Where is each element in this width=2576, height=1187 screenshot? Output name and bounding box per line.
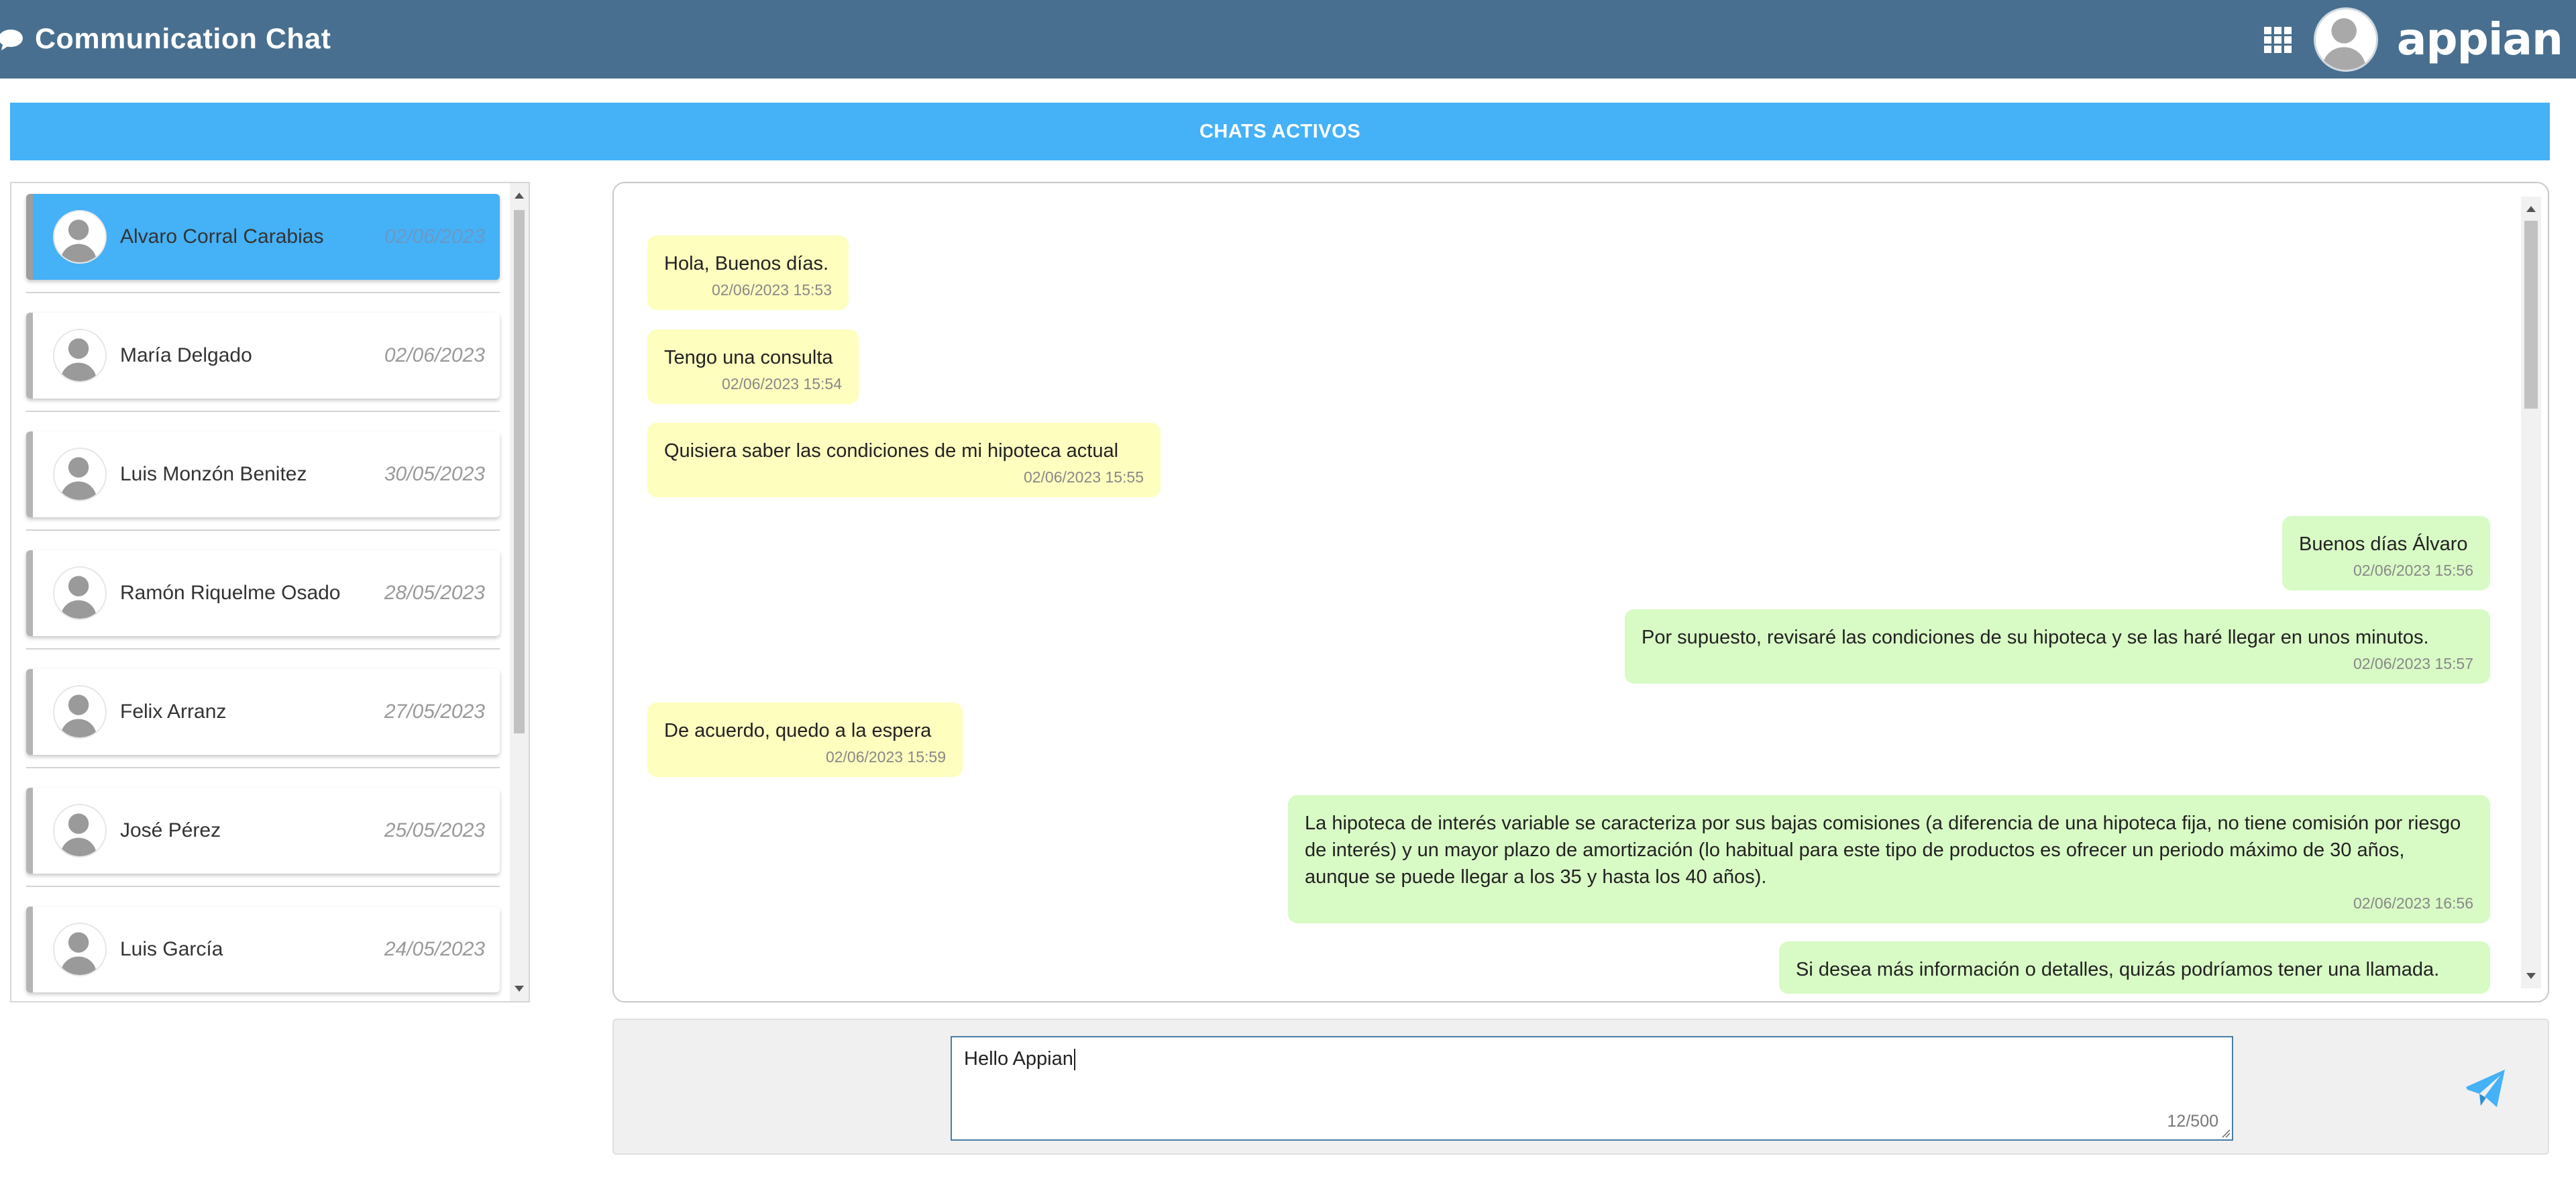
- contact-card[interactable]: Luis García 24/05/2023: [26, 907, 500, 992]
- user-avatar-icon[interactable]: [2313, 7, 2378, 72]
- user-avatar-icon: [53, 210, 107, 264]
- message-input[interactable]: Hello Appian 12/500: [951, 1036, 2233, 1141]
- scroll-thumb[interactable]: [514, 210, 525, 733]
- send-icon[interactable]: [2463, 1067, 2508, 1111]
- message-text: Por supuesto, revisaré las condiciones d…: [1642, 627, 2429, 648]
- user-avatar-icon: [53, 448, 107, 501]
- contacts-panel: Alvaro Corral Carabias 02/06/2023 María De…: [10, 182, 530, 1002]
- contact-card[interactable]: María Delgado 02/06/2023: [26, 313, 500, 399]
- outgoing-message: Si desea más información o detalles, qui…: [1779, 941, 2490, 994]
- scroll-down-icon[interactable]: [2526, 973, 2536, 979]
- contact-separator: [26, 648, 500, 650]
- message-timestamp: 02/06/2023 16:56: [2353, 894, 2473, 912]
- contact-date: 24/05/2023: [384, 938, 485, 960]
- outgoing-message: Por supuesto, revisaré las condiciones d…: [1625, 609, 2490, 684]
- app-header: Communication Chat appian: [0, 0, 2576, 79]
- contact-date: 25/05/2023: [384, 819, 485, 841]
- message-timestamp: 02/06/2023 15:54: [721, 375, 842, 393]
- contact-name: Ramón Riquelme Osado: [120, 582, 341, 604]
- contact-date: 27/05/2023: [384, 701, 485, 723]
- message-timestamp: 02/06/2023 15:53: [711, 281, 832, 299]
- contact-name: Felix Arranz: [120, 701, 227, 723]
- message-composer: Hello Appian 12/500: [612, 1019, 2549, 1155]
- incoming-message: Tengo una consulta 02/06/2023 15:54: [647, 329, 859, 404]
- scroll-down-icon[interactable]: [515, 986, 524, 992]
- message-text: Quisiera saber las condiciones de mi hip…: [664, 440, 1119, 462]
- app-brand: Communication Chat: [0, 0, 331, 79]
- char-counter: 12/500: [2167, 1112, 2218, 1131]
- message-timestamp: 02/06/2023 15:59: [825, 748, 946, 766]
- chat-scrollbar[interactable]: [2521, 197, 2541, 988]
- contact-separator: [26, 292, 500, 293]
- contact-date: 02/06/2023: [384, 225, 485, 248]
- contact-name: Luis Monzón Benitez: [120, 463, 307, 485]
- contact-card[interactable]: Luis Monzón Benitez 30/05/2023: [26, 431, 500, 517]
- contact-name: Alvaro Corral Carabias: [120, 225, 324, 248]
- appian-logo: appian: [2396, 13, 2563, 65]
- message-text: De acuerdo, quedo a la espera: [664, 720, 932, 741]
- scroll-up-icon[interactable]: [515, 193, 524, 199]
- user-avatar-icon: [53, 804, 107, 858]
- user-avatar-icon: [53, 566, 107, 620]
- message-text: Hola, Buenos días.: [664, 253, 829, 274]
- chat-bubble-icon: [0, 29, 23, 50]
- contact-separator: [26, 886, 500, 887]
- contact-name: Luis García: [120, 938, 223, 960]
- message-text: Buenos días Álvaro: [2299, 533, 2468, 555]
- message-input-value: Hello Appian: [964, 1048, 1073, 1070]
- contact-date: 02/06/2023: [384, 344, 485, 366]
- contact-name: María Delgado: [120, 344, 252, 366]
- scroll-up-icon[interactable]: [2526, 206, 2536, 212]
- contact-card[interactable]: José Pérez 25/05/2023: [26, 788, 500, 874]
- contact-card[interactable]: Alvaro Corral Carabias 02/06/2023: [26, 194, 500, 280]
- user-avatar-icon: [53, 685, 107, 739]
- contact-separator: [26, 767, 500, 768]
- resize-grip-icon[interactable]: [2221, 1129, 2231, 1138]
- message-timestamp: 02/06/2023 15:56: [2353, 562, 2473, 579]
- outgoing-message: Buenos días Álvaro 02/06/2023 15:56: [2282, 516, 2490, 590]
- contact-date: 28/05/2023: [384, 582, 485, 604]
- contact-separator: [26, 529, 500, 531]
- outgoing-message: La hipoteca de interés variable se carac…: [1288, 795, 2490, 923]
- message-text: Tengo una consulta: [664, 347, 833, 368]
- contact-date: 30/05/2023: [384, 463, 485, 485]
- contact-separator: [26, 411, 500, 412]
- message-timestamp: 02/06/2023 15:57: [2353, 655, 2473, 672]
- incoming-message: Hola, Buenos días. 02/06/2023 15:53: [647, 236, 849, 310]
- message-text: Si desea más información o detalles, qui…: [1796, 959, 2440, 980]
- incoming-message: De acuerdo, quedo a la espera 02/06/2023 …: [647, 703, 963, 777]
- contacts-scrollbar[interactable]: [510, 183, 529, 1001]
- message-timestamp: 02/06/2023 15:55: [1023, 468, 1144, 486]
- scroll-thumb[interactable]: [2524, 221, 2538, 409]
- contact-card[interactable]: Felix Arranz 27/05/2023: [26, 669, 500, 755]
- app-title: Communication Chat: [35, 23, 331, 55]
- user-avatar-icon: [53, 329, 107, 382]
- app-grid-icon[interactable]: [2261, 23, 2295, 56]
- contact-name: José Pérez: [120, 819, 221, 841]
- active-chats-banner: CHATS ACTIVOS: [10, 103, 2550, 160]
- text-caret: [1073, 1049, 1075, 1071]
- message-text: La hipoteca de interés variable se carac…: [1305, 813, 2461, 888]
- user-avatar-icon: [53, 923, 107, 976]
- incoming-message: Quisiera saber las condiciones de mi hip…: [647, 423, 1161, 497]
- chat-conversation: Hola, Buenos días. 02/06/2023 15:53 Tengo …: [612, 182, 2549, 1002]
- contact-card[interactable]: Ramón Riquelme Osado 28/05/2023: [26, 550, 500, 636]
